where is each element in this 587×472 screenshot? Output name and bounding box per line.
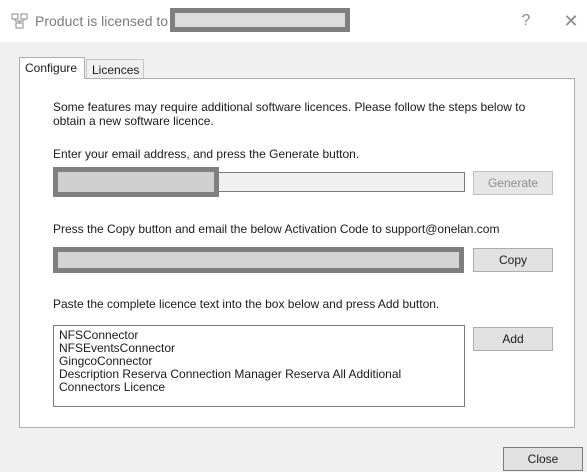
paste-instruction: Paste the complete licence text into the…: [53, 297, 440, 311]
email-instruction: Enter your email address, and press the …: [53, 147, 360, 161]
tab-configure[interactable]: Configure: [19, 57, 85, 79]
close-button[interactable]: Close: [503, 447, 583, 471]
tab-licences[interactable]: Licences: [86, 59, 144, 79]
add-button[interactable]: Add: [473, 327, 553, 351]
window-title: Product is licensed to: [35, 13, 169, 29]
redacted-email: [53, 167, 219, 197]
licence-text-area[interactable]: NFSConnector NFSEventsConnector GingcoCo…: [53, 325, 465, 407]
copy-button[interactable]: Copy: [473, 248, 553, 272]
generate-button[interactable]: Generate: [473, 171, 553, 195]
activation-code-field[interactable]: [53, 247, 464, 273]
title-bar: Product is licensed to ? ✕: [0, 0, 587, 42]
close-window-button[interactable]: ✕: [560, 10, 582, 32]
intro-text: Some features may require additional sof…: [53, 100, 526, 128]
help-button[interactable]: ?: [515, 10, 537, 32]
network-icon: [11, 13, 29, 29]
licence-line: Connectors Licence: [59, 380, 166, 394]
copy-instruction: Press the Copy button and email the belo…: [53, 222, 500, 236]
redacted-licensee: [170, 8, 350, 32]
